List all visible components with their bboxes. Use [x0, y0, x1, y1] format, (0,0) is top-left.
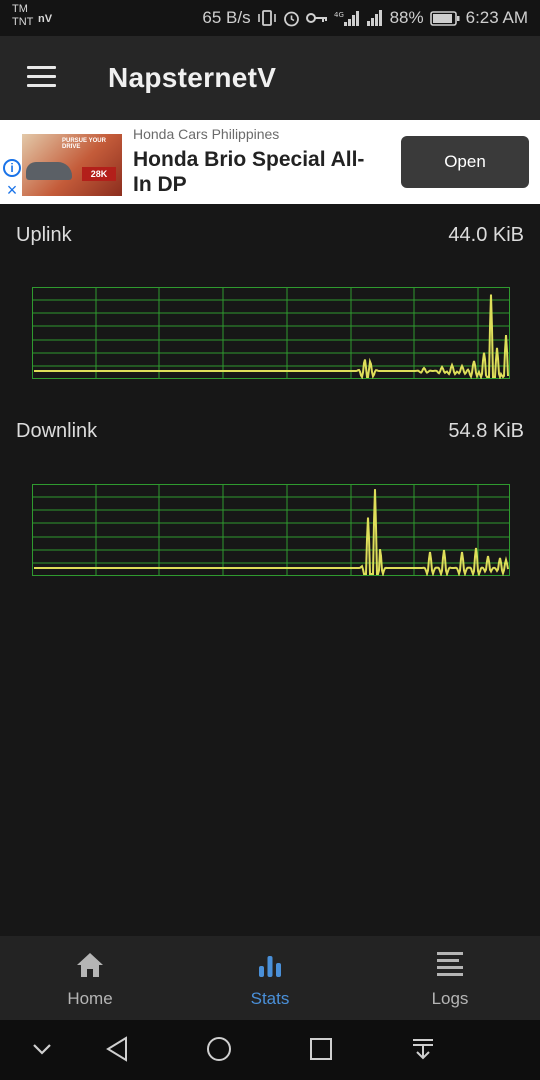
- uplink-label: Uplink: [16, 224, 72, 246]
- info-icon[interactable]: i: [3, 159, 21, 177]
- carrier-bottom: TNT: [12, 16, 34, 28]
- downlink-label: Downlink: [16, 420, 98, 442]
- nav-stats[interactable]: Stats: [180, 936, 360, 1020]
- close-icon[interactable]: ×: [4, 181, 20, 199]
- battery-percent: 88%: [389, 8, 424, 27]
- ad-headline[interactable]: Honda Brio Special All-In DP: [133, 147, 373, 197]
- ad-image-badge: 28K: [82, 167, 116, 181]
- back-icon[interactable]: [104, 1034, 130, 1064]
- ad-image[interactable]: PURSUE YOUR DRIVE 28K: [22, 134, 122, 196]
- signal-icon: [366, 10, 382, 26]
- clock: 6:23 AM: [465, 8, 528, 27]
- graph-frame: [32, 287, 510, 379]
- vpn-key-icon: [305, 13, 327, 23]
- ad-open-button[interactable]: Open: [401, 136, 529, 188]
- nav-logs-label: Logs: [431, 989, 469, 1008]
- downlink-value: 54.8 KiB: [448, 420, 524, 442]
- uplink-value: 44.0 KiB: [448, 224, 524, 246]
- bottom-navigation: Home Stats Logs: [0, 936, 540, 1020]
- net-speed: 65 B/s: [202, 8, 251, 27]
- carrier-top: TM: [12, 3, 28, 15]
- downlink-graph: [32, 484, 510, 576]
- chevron-down-icon[interactable]: [30, 1034, 54, 1064]
- uplink-graph: [32, 287, 510, 379]
- nav-stats-label: Stats: [250, 989, 290, 1008]
- nav-home-label: Home: [67, 989, 113, 1008]
- vibrate-icon: [257, 10, 276, 26]
- recents-icon[interactable]: [308, 1034, 334, 1064]
- home-icon: [77, 953, 103, 977]
- hamburger-menu-icon[interactable]: [27, 66, 57, 88]
- notification-pulldown-icon[interactable]: [410, 1034, 436, 1064]
- system-nav-bar: [0, 1020, 540, 1080]
- list-lines-icon: [437, 952, 463, 976]
- graph-frame: [32, 484, 510, 576]
- carrier-suffix: nV: [38, 13, 53, 25]
- status-bar: TM TNT nV 65 B/s 4G 88% 6:23 AM: [0, 0, 540, 36]
- nav-logs[interactable]: Logs: [360, 936, 540, 1020]
- ad-banner[interactable]: i × PURSUE YOUR DRIVE 28K Honda Cars Phi…: [0, 120, 540, 204]
- bar-chart-icon: [259, 956, 281, 977]
- svg-text:4G: 4G: [334, 11, 344, 19]
- signal-4g-icon: 4G: [334, 11, 359, 26]
- carrier-label: TM TNT nV: [12, 3, 52, 29]
- alarm-icon: [283, 11, 299, 26]
- car-graphic: [26, 162, 72, 180]
- app-bar: NapsternetV: [0, 36, 540, 120]
- battery-icon: [429, 10, 460, 26]
- app-title: NapsternetV: [108, 62, 277, 93]
- ad-advertiser[interactable]: Honda Cars Philippines: [133, 126, 279, 142]
- ad-image-tag: PURSUE YOUR DRIVE: [62, 138, 106, 150]
- nav-home[interactable]: Home: [0, 936, 180, 1020]
- home-circle-icon[interactable]: [205, 1034, 233, 1064]
